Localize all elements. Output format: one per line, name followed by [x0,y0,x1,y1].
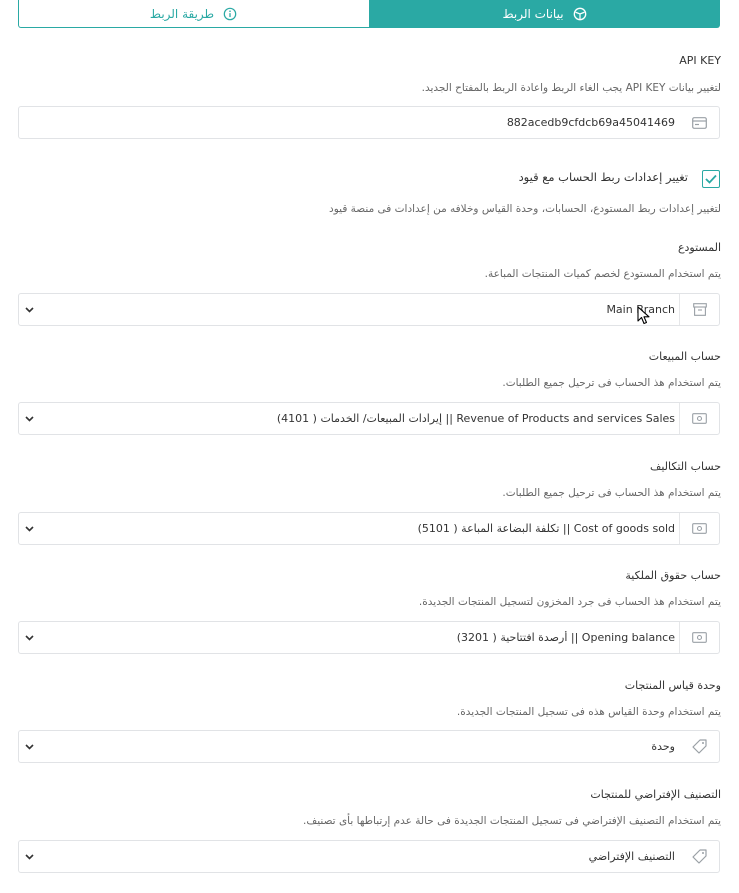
unit-help: يتم استخدام وحدة القياس هذه فى تسجيل الم… [456,706,721,718]
sales-account-label: حساب المبيعات [648,350,721,363]
warehouse-help: يتم استخدام المستودع لخصم كميات المنتجات… [484,268,721,280]
tab-connection-method[interactable]: طريقة الربط [18,0,370,28]
api-key-value: 882acedb9cfdcb69a45041469 [506,116,675,129]
sales-account-value: Revenue of Products and services Sales |… [276,412,675,425]
cost-account-value: Cost of goods sold || تكلفة البضاعة المب… [417,522,675,535]
category-help: يتم استخدام التصنيف الإفتراضي فى تسجيل ا… [303,815,721,827]
cost-account-help: يتم استخدام هذ الحساب فى ترحيل جميع الطل… [502,487,721,499]
tab-connection-data-label: بيانات الربط [502,7,564,21]
warehouse-select[interactable]: Main Branch [18,293,720,326]
change-settings-help: لتغيير إعدادات ربط المستودع، الحسابات، و… [329,203,721,215]
cost-account-select[interactable]: Cost of goods sold || تكلفة البضاعة المب… [18,512,720,545]
tab-connection-data[interactable]: بيانات الربط [370,0,720,28]
category-label: التصنيف الإفتراضي للمنتجات [590,788,721,801]
sales-account-help: يتم استخدام هذ الحساب فى ترحيل جميع الطل… [502,377,721,389]
api-key-field[interactable]: 882acedb9cfdcb69a45041469 [18,106,720,139]
link-icon [572,6,588,22]
check-icon [705,174,717,184]
tab-connection-method-label: طريقة الربط [149,6,215,21]
category-value: التصنيف الإفتراضي [588,850,675,863]
info-icon [222,6,238,22]
chevron-down-icon [19,525,39,532]
money-icon [679,622,719,653]
money-icon [679,403,719,434]
tag-icon [679,731,719,762]
equity-account-select[interactable]: Opening balance || أرصدة افتتاحية ( 3201… [18,621,720,654]
equity-account-help: يتم استخدام هذ الحساب فى جرد المخزون لتس… [418,596,721,608]
category-select[interactable]: التصنيف الإفتراضي [18,840,720,873]
mouse-cursor-icon [637,306,650,325]
warehouse-label: المستودع [677,241,721,254]
card-icon [679,107,719,138]
archive-icon [679,294,719,325]
chevron-down-icon [19,306,39,313]
chevron-down-icon [19,853,39,860]
api-key-help: لتغيير بيانات API KEY يجب الغاء الربط وا… [421,82,721,94]
chevron-down-icon [19,743,39,750]
change-settings-checkbox[interactable] [702,170,720,188]
chevron-down-icon [19,415,39,422]
unit-value: وحدة [651,740,675,753]
api-key-label: API KEY [679,54,721,67]
warehouse-value: Main Branch [606,303,675,316]
tab-bar: بيانات الربط طريقة الربط [18,0,720,28]
unit-select[interactable]: وحدة [18,730,720,763]
chevron-down-icon [19,634,39,641]
sales-account-select[interactable]: Revenue of Products and services Sales |… [18,402,720,435]
unit-label: وحدة قياس المنتجات [624,679,721,692]
tag-icon [679,841,719,872]
equity-account-label: حساب حقوق الملكية [625,569,721,582]
equity-account-value: Opening balance || أرصدة افتتاحية ( 3201… [456,631,675,644]
change-settings-label[interactable]: تغيير إعدادات ربط الحساب مع قيود [519,170,688,184]
cost-account-label: حساب التكاليف [649,460,721,473]
money-icon [679,513,719,544]
